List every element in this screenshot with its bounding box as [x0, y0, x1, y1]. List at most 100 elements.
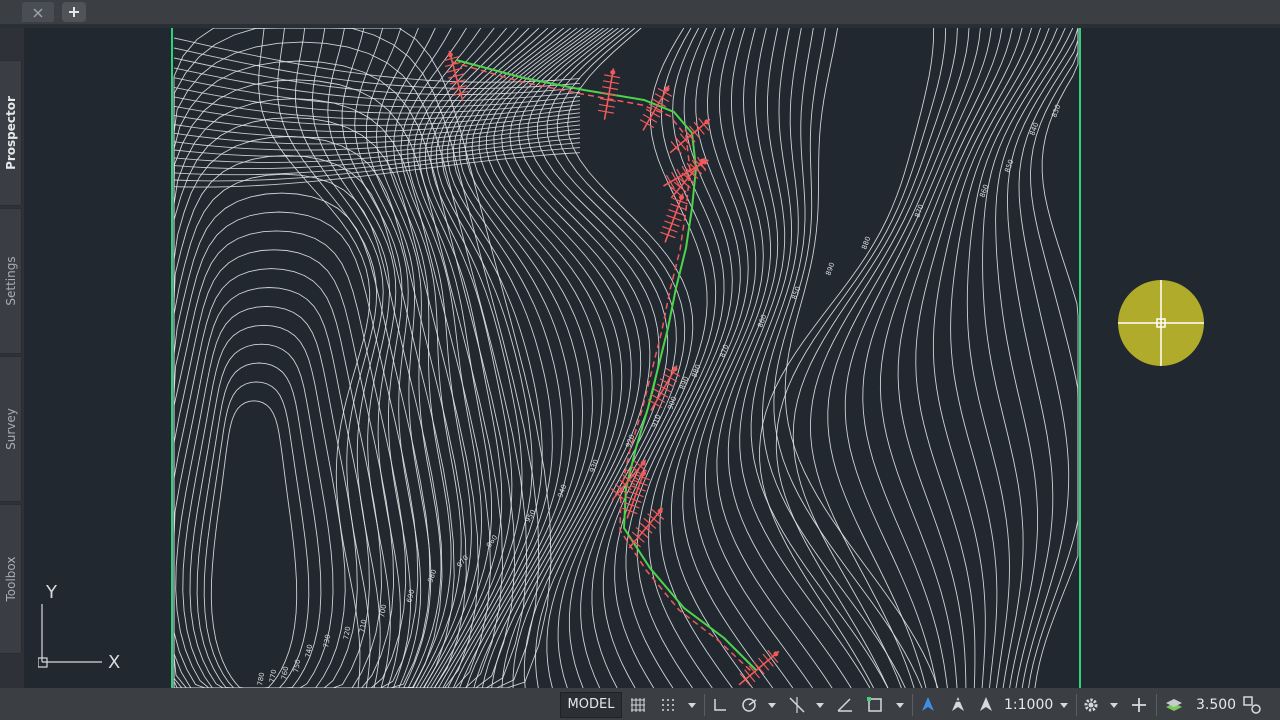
- cross-section-marker[interactable]: [734, 645, 784, 688]
- tab-survey-label: Survey: [3, 408, 18, 450]
- divider: [704, 694, 705, 716]
- cross-section-marker[interactable]: [597, 67, 622, 121]
- contour-line: [173, 287, 370, 688]
- contour-label: 900: [666, 395, 678, 410]
- contour-line: [210, 400, 298, 688]
- contour-label: 770: [268, 669, 278, 684]
- properties-icon[interactable]: [1240, 692, 1264, 718]
- contour-line: [693, 28, 794, 688]
- polar-dropdown-icon[interactable]: [768, 703, 776, 708]
- contour-line: [311, 28, 391, 688]
- model-space-button[interactable]: MODEL: [560, 692, 622, 718]
- selection-dropdown-icon[interactable]: [896, 703, 904, 708]
- divider: [1156, 694, 1157, 716]
- auto-scale-icon[interactable]: [946, 692, 970, 718]
- contour-line: [773, 28, 923, 688]
- contour-line: [879, 28, 1013, 688]
- contour-line: [173, 230, 407, 688]
- contour-label: 930: [588, 458, 600, 473]
- contour-line: [636, 28, 725, 688]
- contour-label: 870: [718, 343, 730, 358]
- contour-line: [759, 28, 935, 688]
- contour-label: 970: [455, 554, 470, 569]
- contour-label: 860: [756, 313, 768, 328]
- contour-line: [258, 28, 371, 688]
- contour-lines: [173, 28, 1079, 688]
- layers-icon[interactable]: [1162, 692, 1186, 718]
- tab-settings[interactable]: Settings: [0, 208, 22, 354]
- contour-line: [173, 154, 455, 688]
- document-tab[interactable]: [22, 2, 54, 22]
- toolspace-palette: Prospector Settings Survey Toolbox: [0, 28, 25, 688]
- ortho-icon[interactable]: [710, 692, 730, 718]
- contour-label: 750: [292, 659, 302, 674]
- contour-line: [625, 28, 717, 688]
- ucs-icon: Y X: [38, 584, 120, 673]
- osnap-icon[interactable]: [834, 692, 856, 718]
- drawing-canvas[interactable]: 8308408508608708808908508608708808909009…: [24, 28, 1280, 688]
- contour-label: 760: [280, 666, 290, 681]
- ucs-x-label: X: [108, 652, 120, 673]
- divider: [912, 694, 913, 716]
- close-icon[interactable]: [32, 7, 44, 19]
- contour-label: 850: [1003, 158, 1015, 173]
- contour-line: [915, 28, 1033, 688]
- scale-dropdown-icon[interactable]: [1060, 703, 1068, 708]
- ucs-y-label: Y: [45, 584, 58, 603]
- contour-label: 980: [426, 568, 438, 583]
- cross-section-marker[interactable]: [665, 113, 715, 159]
- tab-toolbox-label: Toolbox: [3, 556, 18, 602]
- contour-line: [762, 28, 906, 688]
- contour-line: [792, 28, 958, 688]
- contour-label: 710: [358, 619, 368, 634]
- contour-label: 850: [790, 285, 802, 300]
- viewport-scale[interactable]: 1:1000: [1004, 692, 1053, 718]
- isodraft-icon[interactable]: [786, 692, 808, 718]
- cross-section-marker[interactable]: [636, 81, 676, 134]
- contour-line: [862, 28, 1003, 688]
- divider: [1076, 694, 1077, 716]
- contour-line: [173, 37, 581, 83]
- contour-line: [1007, 28, 1079, 688]
- grid-icon[interactable]: [628, 692, 648, 718]
- document-tabs-bar: [0, 0, 1280, 24]
- contour-line: [203, 381, 310, 688]
- annotation-visibility-icon[interactable]: [916, 692, 940, 718]
- crosshair-cursor: [1118, 280, 1204, 366]
- annotation-scale-icon[interactable]: [974, 692, 998, 718]
- contour-line: [827, 28, 981, 688]
- contour-label: 830: [1050, 103, 1062, 118]
- contour-label: 730: [322, 634, 332, 649]
- contour-label: 860: [978, 183, 990, 198]
- contour-line: [739, 28, 871, 688]
- tab-settings-label: Settings: [3, 256, 18, 306]
- contour-line: [982, 28, 1066, 688]
- contour-label: 690: [405, 589, 416, 604]
- contour-line: [670, 28, 753, 688]
- contour-label: 700: [378, 604, 388, 619]
- snap-dropdown-icon[interactable]: [688, 703, 696, 708]
- contour-label: 890: [678, 375, 690, 390]
- selection-cycling-icon[interactable]: [864, 692, 886, 718]
- snap-icon[interactable]: [658, 692, 678, 718]
- tab-prospector[interactable]: Prospector: [0, 60, 22, 206]
- gear-icon[interactable]: [1080, 692, 1102, 718]
- isodraft-dropdown-icon[interactable]: [816, 703, 824, 708]
- tab-survey[interactable]: Survey: [0, 356, 22, 502]
- contour-label: 740: [304, 644, 314, 659]
- new-tab-button[interactable]: [62, 2, 86, 22]
- annotation-scale-value[interactable]: 3.500: [1196, 692, 1236, 718]
- contour-label: 920: [624, 433, 636, 448]
- plus-icon[interactable]: [1128, 692, 1150, 718]
- workspace-dropdown-icon[interactable]: [1110, 703, 1118, 708]
- contour-label: 780: [256, 672, 266, 687]
- contour-line: [189, 343, 334, 688]
- contour-line: [966, 28, 1058, 688]
- plus-icon: [69, 7, 79, 17]
- tab-toolbox[interactable]: Toolbox: [0, 504, 22, 654]
- contour-line: [430, 28, 530, 688]
- model-space-viewport[interactable]: 830 840 850 860 870 880 890 850 860 870 880 890 900 9…: [24, 28, 1280, 688]
- polar-icon[interactable]: [738, 692, 760, 718]
- contour-label: 840: [1028, 121, 1040, 136]
- contour-label: 870: [913, 203, 925, 218]
